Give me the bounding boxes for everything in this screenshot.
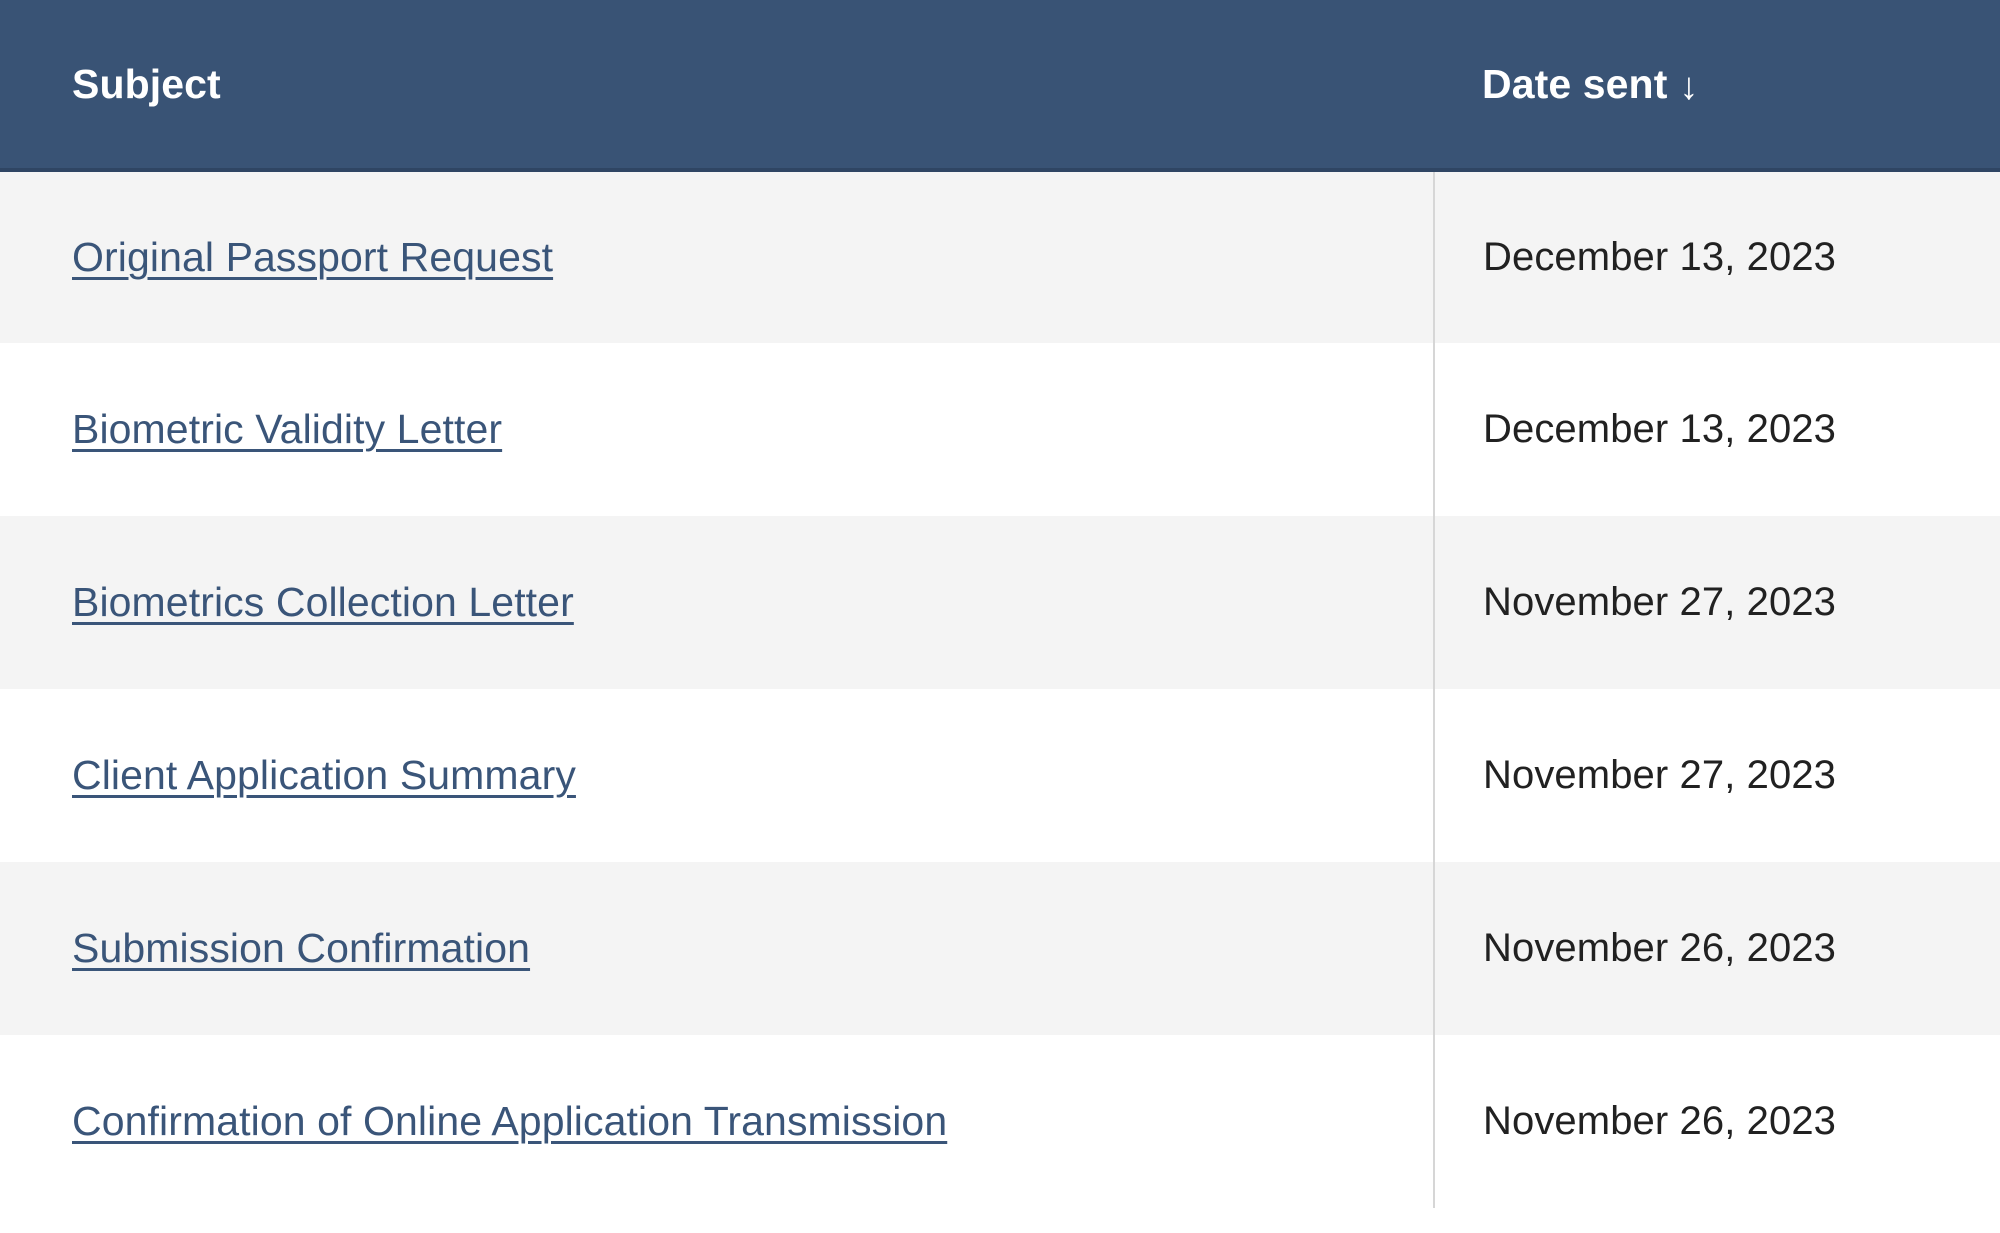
table-row: Biometrics Collection Letter November 27… bbox=[0, 516, 2000, 689]
cell-date-sent: November 27, 2023 bbox=[1433, 689, 2000, 862]
table-row: Confirmation of Online Application Trans… bbox=[0, 1035, 2000, 1208]
messages-table-container: Subject Date sent ↓ Original Passport Req… bbox=[0, 0, 2000, 1233]
cell-subject: Confirmation of Online Application Trans… bbox=[0, 1035, 1434, 1208]
cell-subject: Biometric Validity Letter bbox=[0, 343, 1434, 516]
table-row: Client Application Summary November 27, … bbox=[0, 689, 2000, 862]
cell-subject: Biometrics Collection Letter bbox=[0, 516, 1434, 689]
table-header: Subject Date sent ↓ bbox=[0, 0, 2000, 172]
cell-subject: Submission Confirmation bbox=[0, 862, 1434, 1035]
cell-date-sent: December 13, 2023 bbox=[1433, 343, 2000, 516]
subject-link[interactable]: Confirmation of Online Application Trans… bbox=[72, 1098, 947, 1144]
table-row: Biometric Validity Letter December 13, 2… bbox=[0, 343, 2000, 516]
cell-date-sent: December 13, 2023 bbox=[1433, 170, 2000, 343]
column-header-date-sent-label: Date sent bbox=[1482, 60, 1668, 107]
column-header-subject[interactable]: Subject bbox=[0, 0, 1434, 172]
cell-date-sent: November 26, 2023 bbox=[1433, 1035, 2000, 1208]
cell-date-sent: November 26, 2023 bbox=[1433, 862, 2000, 1035]
cell-subject: Original Passport Request bbox=[0, 170, 1434, 343]
subject-link[interactable]: Biometric Validity Letter bbox=[72, 406, 502, 452]
table-body: Original Passport Request December 13, 2… bbox=[0, 170, 2000, 1208]
cell-subject: Client Application Summary bbox=[0, 689, 1434, 862]
table-row: Original Passport Request December 13, 2… bbox=[0, 170, 2000, 343]
subject-link[interactable]: Biometrics Collection Letter bbox=[72, 579, 574, 625]
table-row: Submission Confirmation November 26, 202… bbox=[0, 862, 2000, 1035]
subject-link[interactable]: Client Application Summary bbox=[72, 752, 576, 798]
column-header-subject-label: Subject bbox=[72, 60, 221, 107]
column-header-date-sent[interactable]: Date sent ↓ bbox=[1434, 0, 2000, 172]
messages-table: Subject Date sent ↓ Original Passport Req… bbox=[0, 0, 2000, 1208]
table-header-row: Subject Date sent ↓ bbox=[0, 0, 2000, 172]
subject-link[interactable]: Submission Confirmation bbox=[72, 925, 530, 971]
cell-date-sent: November 27, 2023 bbox=[1433, 516, 2000, 689]
sort-descending-arrow-icon: ↓ bbox=[1679, 65, 1699, 108]
subject-link[interactable]: Original Passport Request bbox=[72, 234, 553, 280]
